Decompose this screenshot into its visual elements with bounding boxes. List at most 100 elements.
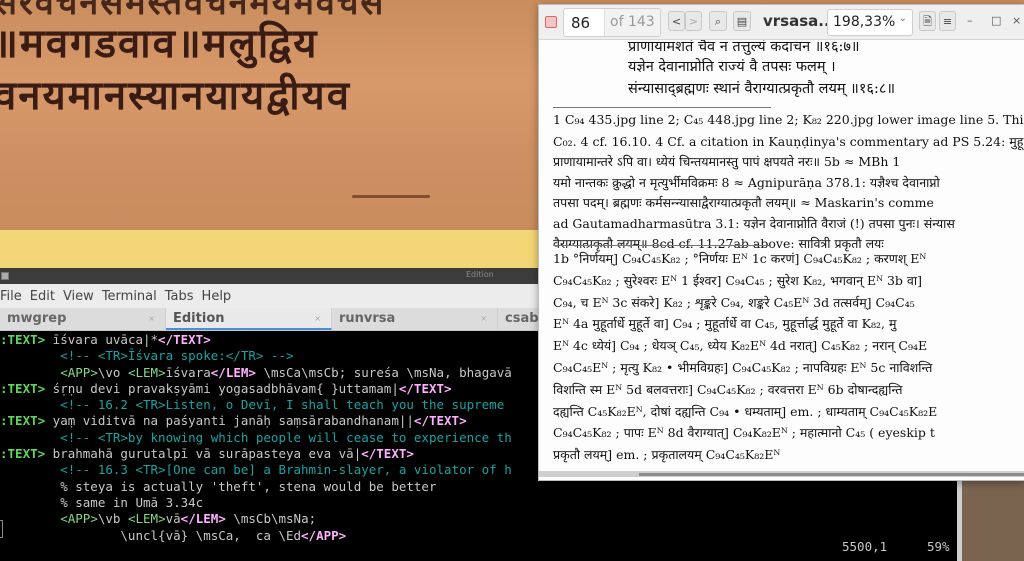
verse-line: प्राणायामशतं चैव न तत्तुल्यं कदाचन ॥१६:७… xyxy=(628,40,860,55)
apparatus-line: दह्यन्ति C₄₅K₈₂Eᴺ, दोषां दह्यन्ति C₉₄ • … xyxy=(553,403,938,419)
tab-runvrsa[interactable]: runvrsa × xyxy=(332,308,498,330)
tab-label: runvrsa xyxy=(339,311,396,326)
menu-help[interactable]: Help xyxy=(202,289,232,304)
terminal-text-segment: <LEM> xyxy=(127,364,166,380)
terminal-text-segment: :TEXT> xyxy=(0,413,46,429)
page-selector: 86 of 143 xyxy=(563,8,661,37)
window-menu-icon[interactable] xyxy=(1,272,9,280)
terminal-text-segment: :TEXT> xyxy=(0,446,46,462)
chevron-down-icon: ⌄ xyxy=(898,13,907,24)
apparatus-line: Eᴺ 4c ध्येयं] C₉₄ ; धेयञ् C₄₅, ध्येय K₈₂… xyxy=(553,338,928,354)
tab-edition[interactable]: Edition × xyxy=(166,308,332,330)
terminal-text-segment: śṛṇu devi pravakṣyāmi yogasadbhāvam{ }ut… xyxy=(45,380,399,396)
sidebar-icon: ▤ xyxy=(736,15,748,28)
menu-tabs[interactable]: Tabs xyxy=(165,289,194,304)
terminal-cursor xyxy=(0,520,3,538)
verse-line: यज्ञेन देवानाप्नोति राज्यं वै तपसः फलम् … xyxy=(628,59,836,75)
verse-line: संन्यासाद्ब्रह्मणः स्थानं वैराग्यात्प्रक… xyxy=(628,81,896,97)
terminal-text-segment: </LEM> xyxy=(180,511,226,527)
pdf-page-content[interactable]: प्राणायामशतं चैव न तत्तुल्यं कदाचन ॥१६:७… xyxy=(539,40,1024,477)
terminal-text-segment: <!-- <TR>by knowing which people will ce… xyxy=(0,429,512,445)
close-tab-icon[interactable]: × xyxy=(148,308,155,330)
terminal-text-segment: </TEXT> xyxy=(398,380,452,396)
terminal-window-title: Edition xyxy=(466,270,494,279)
close-button[interactable]: × xyxy=(1012,14,1021,27)
pdf-viewer-window: 86 of 143 < > ⌕ ▤ vrsasa... 198,33% ⌄ 🗎 … xyxy=(538,4,1024,481)
terminal-text-segment: vā xyxy=(165,511,181,527)
terminal-text-segment: </TEXT> xyxy=(361,446,414,462)
terminal-text-segment: </APP> xyxy=(301,527,347,543)
pdf-headerbar: 86 of 143 < > ⌕ ▤ vrsasa... 198,33% ⌄ 🗎 … xyxy=(539,5,1024,40)
terminal-text-segment: īśvara xyxy=(165,364,211,380)
page-number-input[interactable]: 86 xyxy=(571,14,590,32)
cursor-position: 5500,1 xyxy=(842,539,888,554)
apparatus-line: C₉₄C₄₅Eᴺ ; मृत्यु K₈₂ • भीमविग्रहः] C₉₄C… xyxy=(553,360,933,375)
maximize-button[interactable]: □ xyxy=(991,14,1001,27)
terminal-text-segment: % steya is actually 'theft', stena would… xyxy=(0,478,437,494)
terminal-text-segment: brahmahā gurutalpī vā surāpasteya eva vā… xyxy=(45,446,362,462)
footnote-line: तपसा पदम्। ब्रह्मणः कर्मसन्न्यासाद्वैराग… xyxy=(553,195,934,210)
apparatus-line: विशन्ति स्म Eᴺ 5d बलवत्तराः] C₉₄C₄₅K₈₂ ;… xyxy=(553,381,903,397)
footnote-line: 1 C₉₄ 435.jpg line 2; C₄₅ 448.jpg line 2… xyxy=(553,112,1024,127)
terminal-text-segment: :TEXT> xyxy=(0,332,46,347)
terminal-text-segment: <!-- <TR>Īśvara spoke:</TR> --> xyxy=(0,348,294,364)
footnote-line: ad Gautamadharmasūtra 3.1: यज्ञेन देवाना… xyxy=(553,215,955,231)
zoom-selector[interactable]: 198,33% ⌄ xyxy=(827,9,913,36)
footnote-rule xyxy=(553,107,771,108)
terminal-text-segment: \vo xyxy=(97,364,128,380)
manuscript-line: ॥मवगडवाव॥मलुद्विय xyxy=(0,21,319,67)
terminal-text-segment: yaṃ viditvā na paśyanti janāḥ saṃsāraban… xyxy=(45,413,414,429)
footnote-line: प्राणायामान्तरे ऽपि वा। ध्येयं चिन्तयमान… xyxy=(553,154,901,169)
terminal-text-segment: <!-- 16.2 <TR>Listen, o Devī, I shall te… xyxy=(0,397,505,413)
tab-label: mwgrep xyxy=(7,311,67,326)
menu-button[interactable]: ≡ xyxy=(939,11,956,31)
search-icon: ⌕ xyxy=(714,15,722,28)
apparatus-line: प्रकृतौ लयम्] em. ; प्रकृतालयम् C₉₄C₄₅K₈… xyxy=(553,447,781,463)
scroll-percent: 59% xyxy=(927,539,950,554)
apparatus-line: 1b °निर्णयम्] C₉₄C₄₅K₈₂ ; °निर्णयः Eᴺ 1c… xyxy=(553,251,927,266)
terminal-text-segment: <!-- 16.3 <TR>[One can be] a Brahmin-sla… xyxy=(0,462,512,478)
menu-terminal[interactable]: Terminal xyxy=(102,289,157,304)
terminal-line: % steya is actually 'theft', stena would… xyxy=(0,479,962,495)
footnote-line: C₀₂. 4 cf. 16.10. 4 Cf. a citation in Ka… xyxy=(553,133,1024,149)
terminal-text-segment: </TEXT> xyxy=(158,332,211,347)
close-tab-icon[interactable]: × xyxy=(480,308,487,330)
menu-edit[interactable]: Edit xyxy=(30,289,55,304)
search-button[interactable]: ⌕ xyxy=(709,11,727,31)
terminal-text-segment: īśvara uvāca|* xyxy=(45,332,159,347)
previous-page-button[interactable]: < xyxy=(668,11,685,31)
footnote-line: यमो नान्तकः क्रुद्धो न मृत्युर्भीमविक्रम… xyxy=(553,174,940,190)
scrollbar-thumb[interactable] xyxy=(639,473,1024,476)
terminal-text-segment: :TEXT> xyxy=(0,380,46,396)
apparatus-line: C₉₄C₄₅K₈₂ ; सुरेश्वरः Eᴺ 1 ईश्वर] C₉₄C₄₅… xyxy=(553,272,922,288)
hamburger-icon: ≡ xyxy=(942,15,953,28)
terminal-text-segment: <APP> xyxy=(60,364,98,380)
tab-mwgrep[interactable]: mwgrep × xyxy=(0,308,166,330)
tab-label: Edition xyxy=(173,311,225,326)
annotations-button[interactable]: 🗎 xyxy=(919,11,936,31)
zoom-value: 198,33% xyxy=(833,14,896,30)
document-icon: 🗎 xyxy=(923,15,932,28)
terminal-line: \uncl{vā} \msCa, ca \Ed</APP> xyxy=(0,528,962,544)
menu-file[interactable]: File xyxy=(0,289,22,304)
terminal-text-segment: % same in Umā 3.34c xyxy=(0,494,204,510)
terminal-text-segment: \vb xyxy=(97,511,128,527)
minimize-button[interactable]: – xyxy=(967,14,973,27)
sidebar-toggle-button[interactable]: ▤ xyxy=(733,11,751,31)
terminal-text-segment: \msCa\msCb; sureśa \msNa, bhagavā xyxy=(255,364,512,380)
close-tab-icon[interactable]: × xyxy=(314,308,321,330)
terminal-text-segment: </LEM> xyxy=(210,364,256,380)
apparatus-line: C₉₄, च Eᴺ 3c संकरे] K₈₂ ; शृङ्करे C₉₄, श… xyxy=(553,294,915,310)
terminal-text-segment: <APP> xyxy=(60,511,98,527)
terminal-text-segment: \uncl{vā} \msCa, ca \Ed xyxy=(0,527,302,543)
next-page-button[interactable]: > xyxy=(685,11,702,31)
apparatus-line: C₉₄C₄₅K₈₂ ; पापः Eᴺ 8d वैराग्यात्] C₉₄K₈… xyxy=(553,425,935,441)
pdf-horizontal-scrollbar[interactable] xyxy=(539,471,1024,477)
terminal-line: % same in Umā 3.34c xyxy=(0,495,962,511)
terminal-text-segment: \msCb\msNa; xyxy=(225,511,317,527)
menu-view[interactable]: View xyxy=(63,289,94,304)
manuscript-line: वनयमानस्यानयायद्वीयव xyxy=(0,73,351,119)
page-total: of 143 xyxy=(604,9,660,36)
